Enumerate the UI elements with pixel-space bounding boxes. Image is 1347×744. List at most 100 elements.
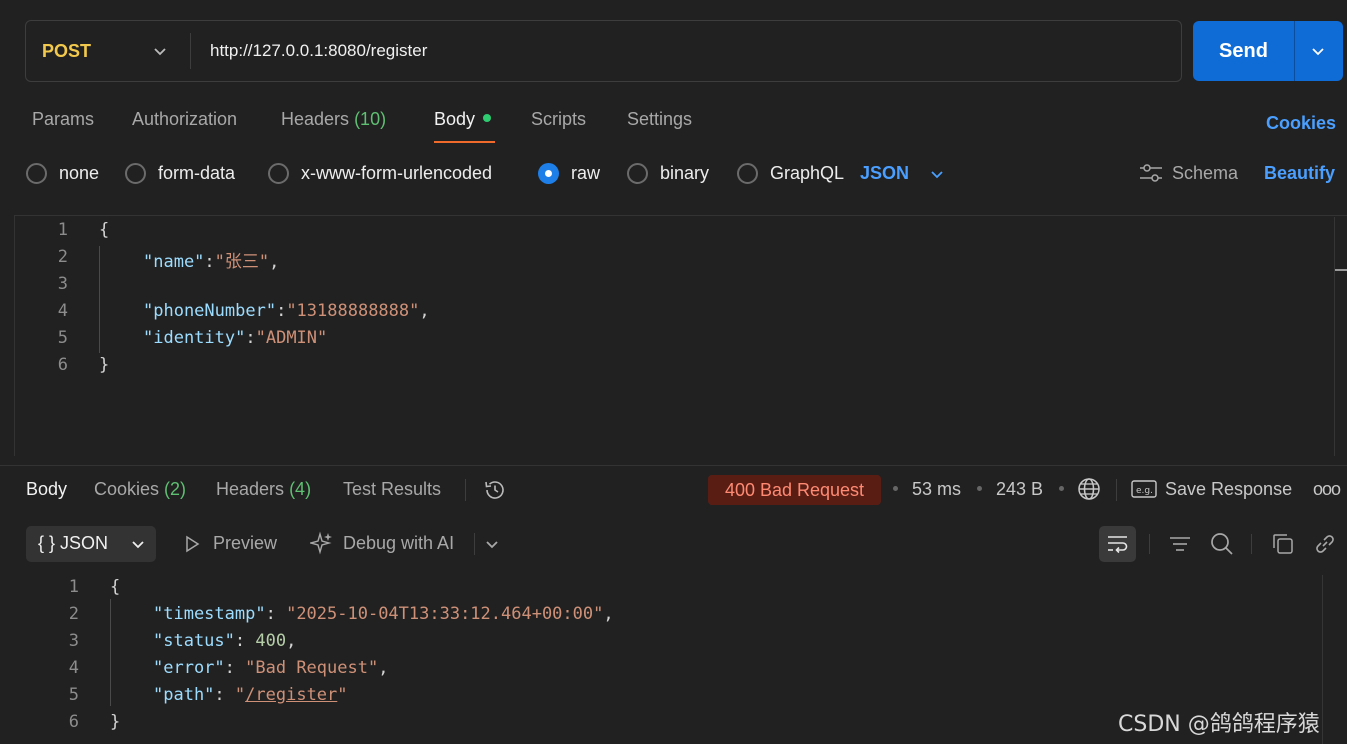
method-selector[interactable]: POST bbox=[42, 41, 91, 62]
json-tail: , bbox=[419, 301, 430, 321]
more-options-icon[interactable]: ooo bbox=[1313, 479, 1341, 500]
tab-label: Body bbox=[434, 109, 476, 129]
chevron-down-icon[interactable] bbox=[927, 164, 947, 184]
json-value: "ADMIN" bbox=[255, 328, 328, 348]
globe-icon[interactable] bbox=[1076, 476, 1102, 502]
editor-scrollbar[interactable] bbox=[1334, 217, 1335, 456]
radio-label-x-www-form-urlencoded[interactable]: x-www-form-urlencoded bbox=[301, 163, 492, 184]
history-icon[interactable] bbox=[482, 477, 508, 503]
radio-label-binary[interactable]: binary bbox=[660, 163, 709, 184]
radio-graphql[interactable] bbox=[737, 163, 758, 184]
line-number: 1 bbox=[57, 220, 68, 240]
cookies-link[interactable]: Cookies bbox=[1266, 113, 1336, 134]
search-icon[interactable] bbox=[1209, 531, 1235, 557]
code-line: { bbox=[99, 220, 110, 240]
send-label[interactable]: Send bbox=[1193, 21, 1294, 81]
json-sep: : bbox=[224, 658, 246, 678]
radio-label-none[interactable]: none bbox=[59, 163, 99, 184]
panel-divider[interactable] bbox=[0, 465, 1347, 466]
tab-body[interactable]: Body bbox=[434, 109, 492, 130]
send-button[interactable]: Send bbox=[1193, 21, 1343, 81]
json-sep: : bbox=[214, 685, 235, 705]
indent-guide bbox=[110, 599, 111, 706]
code-line: } bbox=[110, 712, 121, 732]
json-sep: : bbox=[265, 604, 287, 624]
play-icon[interactable] bbox=[183, 535, 201, 553]
divider bbox=[1149, 534, 1150, 554]
scrollbar-marker bbox=[1335, 269, 1347, 271]
json-key: "status" bbox=[153, 631, 235, 651]
separator-dot bbox=[1059, 486, 1064, 491]
example-icon[interactable]: e.g. bbox=[1131, 479, 1157, 499]
wrap-lines-button[interactable] bbox=[1099, 526, 1136, 562]
response-format-select[interactable]: { } JSON bbox=[26, 526, 156, 562]
line-number: 2 bbox=[68, 604, 79, 624]
schema-button[interactable]: Schema bbox=[1172, 163, 1238, 184]
path-link[interactable]: /register bbox=[245, 685, 337, 705]
json-quote: " bbox=[234, 685, 246, 705]
radio-none[interactable] bbox=[26, 163, 47, 184]
divider bbox=[465, 479, 466, 501]
response-tab-body[interactable]: Body bbox=[26, 479, 67, 500]
json-value: "Bad Request" bbox=[245, 658, 379, 678]
line-number: 1 bbox=[68, 577, 79, 597]
code-line: "path": "/register" bbox=[153, 685, 348, 705]
radio-label-raw[interactable]: raw bbox=[571, 163, 600, 184]
tab-authorization[interactable]: Authorization bbox=[132, 109, 237, 130]
json-sep: : bbox=[204, 252, 215, 272]
response-scrollbar[interactable] bbox=[1322, 575, 1323, 744]
chevron-down-icon[interactable] bbox=[150, 41, 170, 61]
json-tail: , bbox=[286, 631, 297, 651]
code-line: "phoneNumber":"13188888888", bbox=[143, 301, 430, 321]
copy-icon[interactable] bbox=[1270, 531, 1296, 557]
radio-label-form-data[interactable]: form-data bbox=[158, 163, 235, 184]
response-tab-cookies[interactable]: Cookies (2) bbox=[94, 479, 186, 500]
response-tab-test-results[interactable]: Test Results bbox=[343, 479, 441, 500]
tab-label: Headers bbox=[281, 109, 350, 129]
beautify-button[interactable]: Beautify bbox=[1264, 163, 1335, 184]
status-badge[interactable]: 400 Bad Request bbox=[708, 475, 881, 505]
divider bbox=[474, 533, 475, 555]
code-line: } bbox=[99, 355, 110, 375]
chevron-down-icon[interactable] bbox=[1308, 41, 1328, 61]
indent-guide bbox=[99, 246, 100, 353]
chevron-down-icon[interactable] bbox=[482, 534, 502, 554]
radio-label-graphql[interactable]: GraphQL bbox=[770, 163, 844, 184]
format-label: { } JSON bbox=[38, 533, 109, 553]
response-tab-headers[interactable]: Headers (4) bbox=[216, 479, 311, 500]
tab-headers[interactable]: Headers (10) bbox=[281, 109, 386, 130]
radio-form-data[interactable] bbox=[125, 163, 146, 184]
json-key: "phoneNumber" bbox=[143, 301, 277, 321]
body-format-select[interactable]: JSON bbox=[860, 163, 909, 184]
filter-icon[interactable] bbox=[1167, 531, 1193, 557]
code-line: "timestamp": "2025-10-04T13:33:12.464+00… bbox=[153, 604, 614, 624]
active-tab-indicator bbox=[434, 141, 495, 143]
json-key: "identity" bbox=[143, 328, 246, 348]
divider bbox=[1294, 21, 1295, 81]
preview-button[interactable]: Preview bbox=[213, 533, 277, 554]
response-time[interactable]: 53 ms bbox=[912, 479, 961, 500]
code-line: "identity":"ADMIN" bbox=[143, 328, 327, 348]
url-input[interactable]: http://127.0.0.1:8080/register bbox=[210, 41, 427, 61]
radio-raw[interactable] bbox=[538, 163, 559, 184]
tab-settings[interactable]: Settings bbox=[627, 109, 692, 130]
tab-params[interactable]: Params bbox=[32, 109, 94, 130]
json-value: "13188888888" bbox=[286, 301, 420, 321]
radio-binary[interactable] bbox=[627, 163, 648, 184]
sliders-icon[interactable] bbox=[1138, 162, 1164, 184]
radio-x-www-form-urlencoded[interactable] bbox=[268, 163, 289, 184]
modified-dot-icon bbox=[483, 114, 492, 123]
divider bbox=[1116, 479, 1117, 501]
line-number: 3 bbox=[57, 274, 68, 294]
tab-scripts[interactable]: Scripts bbox=[531, 109, 586, 130]
response-size[interactable]: 243 B bbox=[996, 479, 1043, 500]
code-line: "name":"张三", bbox=[143, 247, 279, 272]
json-tail: , bbox=[378, 658, 389, 678]
debug-with-ai-button[interactable]: Debug with AI bbox=[343, 533, 454, 554]
separator-dot bbox=[977, 486, 982, 491]
link-icon[interactable] bbox=[1312, 531, 1338, 557]
save-response-button[interactable]: Save Response bbox=[1165, 479, 1292, 500]
headers-count: (10) bbox=[354, 109, 387, 129]
sparkle-icon[interactable] bbox=[310, 531, 334, 555]
json-value: "张三" bbox=[214, 252, 270, 272]
